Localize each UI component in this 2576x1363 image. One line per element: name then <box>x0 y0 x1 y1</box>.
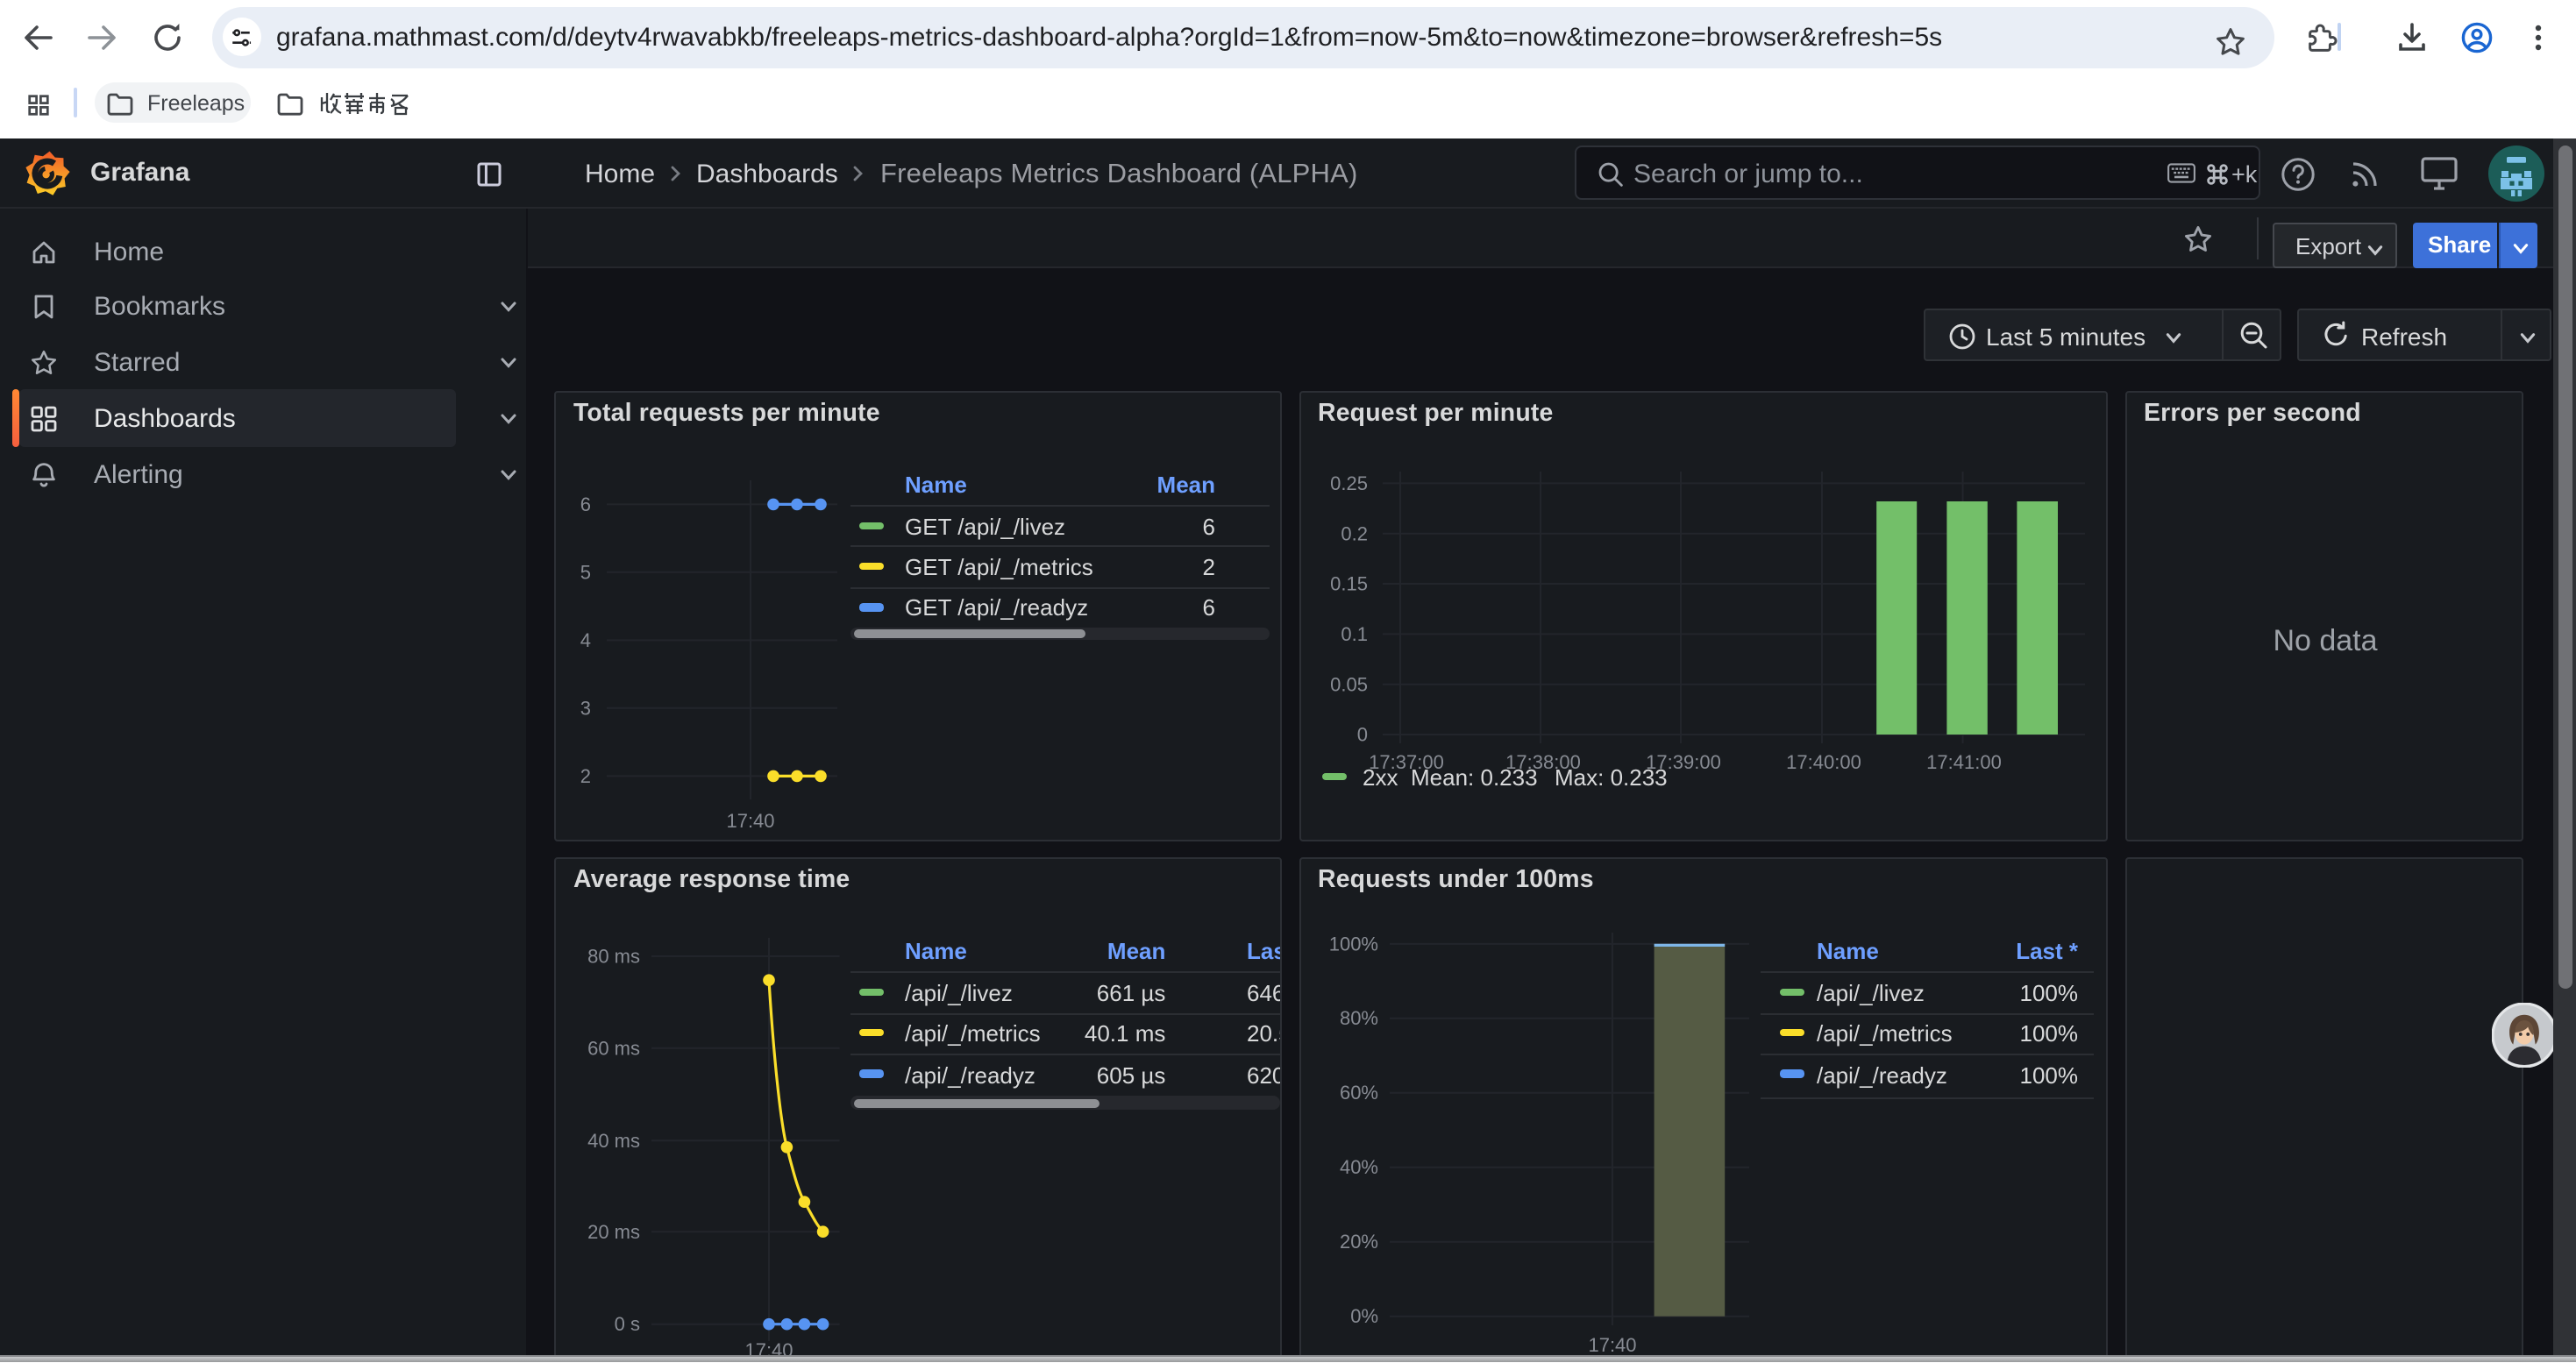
svg-text:2: 2 <box>580 766 591 788</box>
svg-text:60%: 60% <box>1339 1083 1377 1104</box>
svg-text:0.15: 0.15 <box>1329 573 1367 595</box>
svg-text:80%: 80% <box>1339 1008 1377 1030</box>
svg-text:60 ms: 60 ms <box>587 1038 640 1060</box>
svg-text:4: 4 <box>580 630 591 652</box>
svg-text:17:40:00: 17:40:00 <box>1785 752 1861 774</box>
svg-text:17:40: 17:40 <box>726 811 774 833</box>
svg-text:20 ms: 20 ms <box>587 1222 640 1244</box>
svg-text:3: 3 <box>580 698 591 720</box>
svg-text:0: 0 <box>1356 724 1367 746</box>
svg-text:100%: 100% <box>1328 934 1377 955</box>
svg-text:0 s: 0 s <box>615 1314 640 1336</box>
svg-text:5: 5 <box>580 562 591 584</box>
svg-text:0.05: 0.05 <box>1329 674 1367 696</box>
svg-text:40 ms: 40 ms <box>587 1131 640 1153</box>
svg-text:20%: 20% <box>1339 1232 1377 1253</box>
svg-text:6: 6 <box>580 494 591 516</box>
svg-text:40%: 40% <box>1339 1157 1377 1179</box>
svg-text:0%: 0% <box>1349 1306 1377 1328</box>
svg-text:0.1: 0.1 <box>1340 624 1367 646</box>
svg-text:0.25: 0.25 <box>1329 473 1367 495</box>
svg-text:80 ms: 80 ms <box>587 946 640 968</box>
svg-text:0.2: 0.2 <box>1340 523 1367 545</box>
svg-text:17:41:00: 17:41:00 <box>1925 752 2001 774</box>
